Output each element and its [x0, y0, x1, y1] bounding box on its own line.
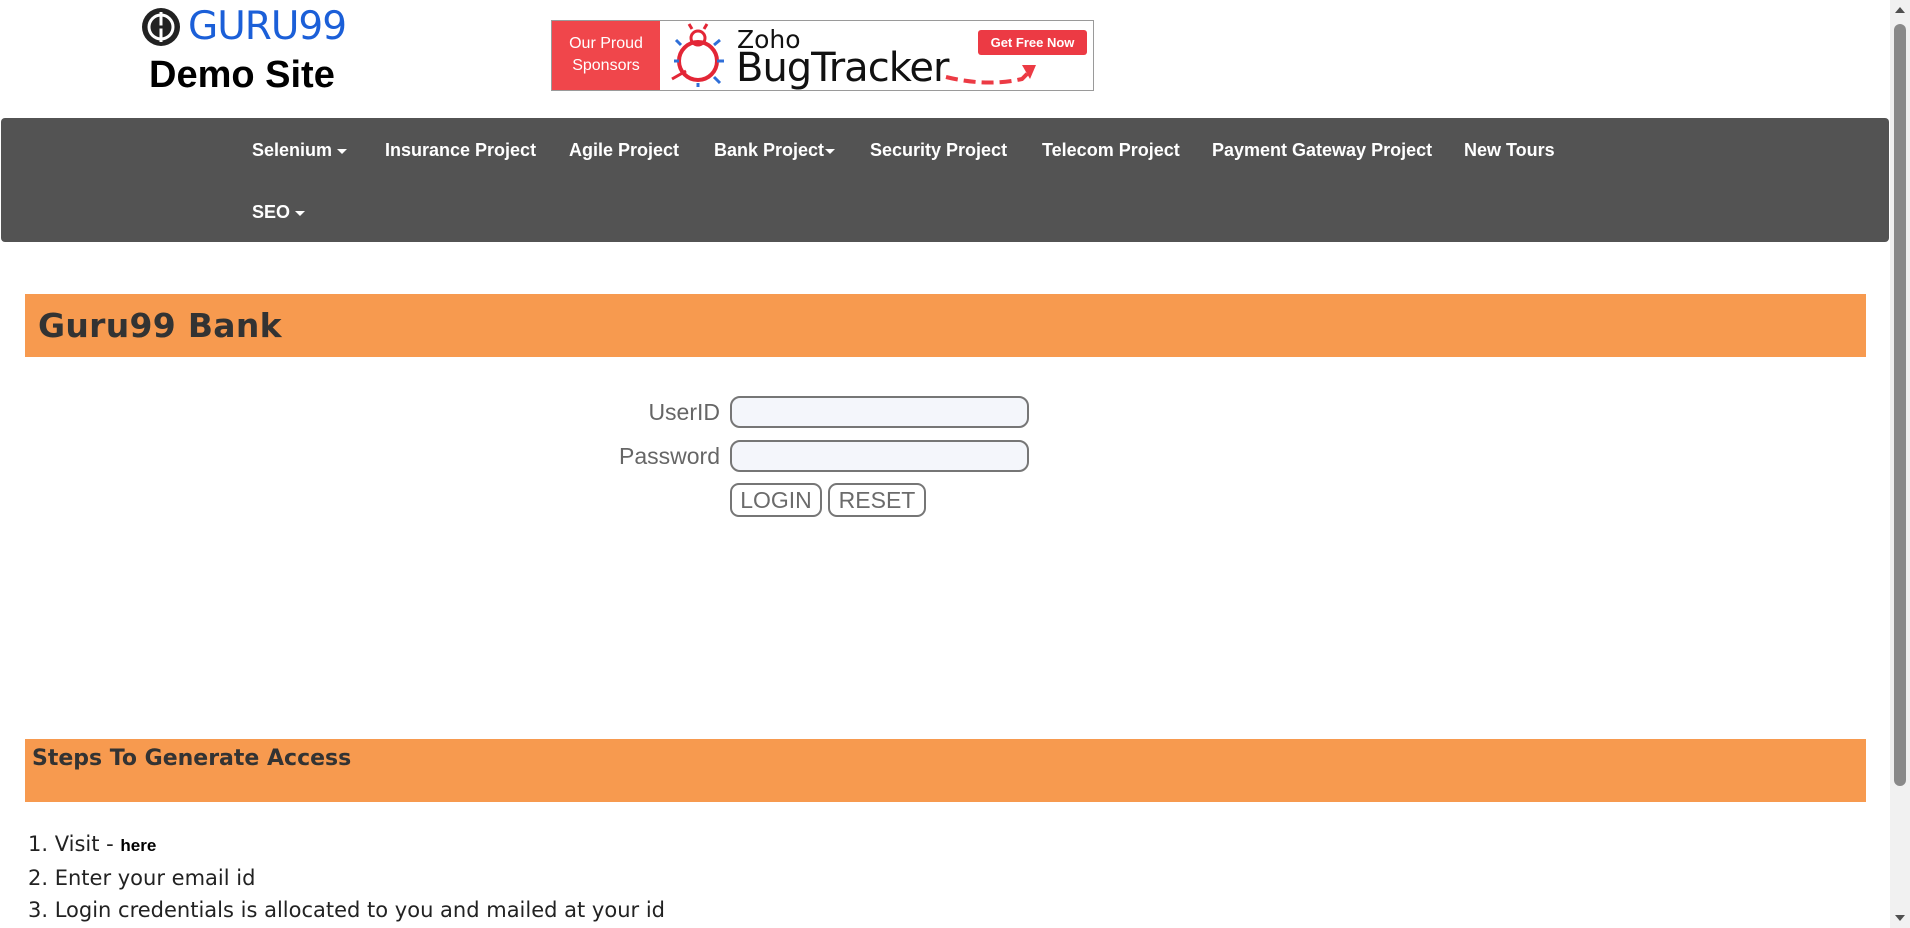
password-input[interactable]	[730, 440, 1029, 472]
nav-item-label: SEO	[252, 202, 291, 222]
userid-input[interactable]	[730, 396, 1029, 428]
steps-title: Steps To Generate Access	[32, 746, 352, 771]
steps-banner: Steps To Generate Access	[25, 739, 1866, 802]
list-item: 2. Enter your email id	[28, 866, 256, 890]
caret-down-icon	[825, 148, 836, 154]
nav-item-payment-gateway-project[interactable]: Payment Gateway Project	[1212, 138, 1432, 162]
login-button[interactable]: LOGIN	[730, 483, 822, 517]
password-label: Password	[619, 443, 720, 469]
main-navbar: Selenium Insurance Project Agile Project…	[1, 118, 1889, 242]
site-subtitle: Demo Site	[149, 54, 335, 96]
nav-item-new-tours[interactable]: New Tours	[1464, 138, 1555, 162]
step-text: 1. Visit -	[28, 832, 121, 856]
bank-title-banner: Guru99 Bank	[25, 294, 1866, 357]
sponsor-product: BugTracker	[736, 45, 949, 91]
caret-down-icon	[337, 148, 348, 154]
steps-list: 1. Visit - here 2. Enter your email id 3…	[28, 828, 665, 926]
nav-item-insurance-project[interactable]: Insurance Project	[385, 138, 536, 162]
sponsor-label: Our Proud Sponsors	[552, 21, 660, 90]
nav-item-telecom-project[interactable]: Telecom Project	[1042, 138, 1180, 162]
reset-button[interactable]: RESET	[828, 483, 926, 517]
sponsor-banner[interactable]: Our Proud Sponsors Zoho BugTracker Get F…	[551, 20, 1094, 91]
bug-icon	[671, 23, 724, 87]
scrollbar-thumb[interactable]	[1894, 24, 1906, 786]
userid-label: UserID	[648, 399, 720, 425]
nav-item-agile-project[interactable]: Agile Project	[569, 138, 679, 162]
nav-item-label: Selenium	[252, 140, 333, 160]
guru99-logo-icon	[142, 8, 180, 46]
list-item: 3. Login credentials is allocated to you…	[28, 898, 665, 922]
nav-item-label: Bank Project	[714, 140, 825, 160]
nav-item-security-project[interactable]: Security Project	[870, 138, 1007, 162]
sponsor-label-line2: Sponsors	[572, 57, 640, 74]
scroll-up-arrow-icon[interactable]	[1890, 0, 1910, 20]
nav-item-selenium[interactable]: Selenium	[252, 138, 348, 162]
site-header: GURU99 Demo Site Our Proud Sponsors Zoho…	[0, 0, 1890, 118]
logo-text: GURU99	[188, 4, 347, 49]
vertical-scrollbar[interactable]	[1890, 0, 1910, 928]
scroll-down-arrow-icon[interactable]	[1890, 908, 1910, 928]
nav-item-bank-project[interactable]: Bank Project	[714, 138, 836, 162]
list-item: 1. Visit - here	[28, 828, 665, 862]
here-link[interactable]: here	[120, 836, 156, 855]
guru99-logo[interactable]: GURU99	[140, 4, 355, 49]
page-title: Guru99 Bank	[38, 306, 282, 345]
sponsor-label-line1: Our Proud	[569, 35, 643, 52]
get-free-now-button[interactable]: Get Free Now	[978, 30, 1087, 55]
caret-down-icon	[295, 210, 306, 216]
dashed-arrow-icon	[945, 65, 1036, 85]
nav-item-seo[interactable]: SEO	[252, 200, 306, 224]
